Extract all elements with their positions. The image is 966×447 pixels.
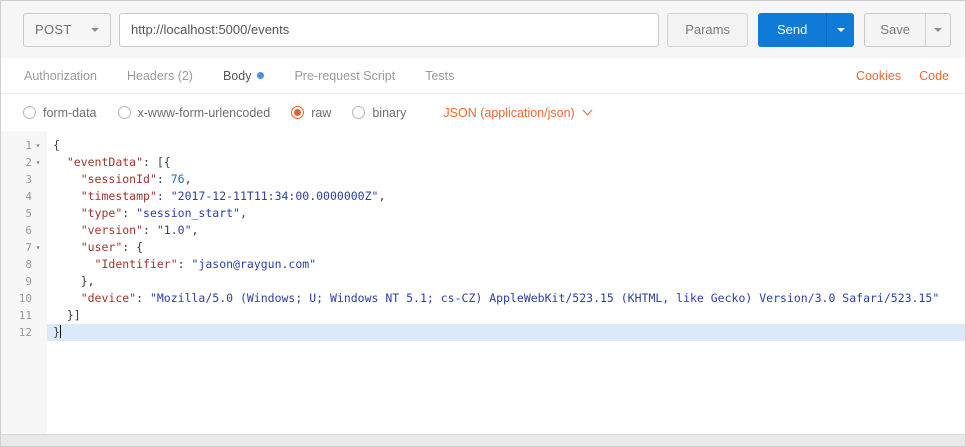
chevron-down-icon: [582, 105, 593, 116]
gutter-line: 8: [1, 256, 47, 273]
line-number: 11: [18, 309, 32, 322]
fold-toggle-icon[interactable]: ▾: [32, 154, 44, 171]
radio-label: raw: [311, 105, 332, 120]
body-mode-row: form-data x-www-form-urlencoded raw binary …: [1, 94, 965, 131]
body-mode-options: form-data x-www-form-urlencoded raw binary: [23, 106, 427, 120]
tabs-left: Authorization Headers (2) Body Pre-request …: [9, 58, 469, 93]
fold-toggle-icon[interactable]: ▾: [32, 137, 44, 154]
body-mode-raw[interactable]: raw: [291, 106, 331, 120]
method-label: POST: [35, 22, 72, 37]
tab-label: Headers (2): [126, 68, 193, 83]
radio-icon: [23, 106, 36, 119]
gutter-line: 1 ▾: [1, 137, 47, 154]
line-number: 5: [25, 207, 32, 220]
method-select[interactable]: POST: [23, 12, 111, 47]
params-button[interactable]: Params: [667, 12, 748, 47]
body-content-dot: [257, 72, 265, 79]
code-line-11[interactable]: }]: [47, 307, 965, 324]
save-button[interactable]: Save: [865, 14, 925, 46]
gutter-line: 2 ▾: [1, 154, 47, 171]
request-bar: POST Params Send Save: [1, 1, 965, 58]
gutter-line: 10: [1, 290, 47, 307]
code-line-2[interactable]: "eventData": [{: [47, 154, 965, 171]
line-number: 6: [25, 224, 32, 237]
body-mode-form-data[interactable]: form-data: [23, 106, 97, 120]
chevron-down-icon: [836, 27, 845, 32]
params-label: Params: [685, 22, 730, 37]
footer-strip: [1, 434, 965, 446]
tab-label: Body: [222, 68, 252, 83]
line-number: 3: [25, 173, 32, 186]
radio-label: form-data: [43, 105, 97, 120]
code-line-5[interactable]: "type": "session_start",: [47, 205, 965, 222]
chevron-down-icon: [934, 27, 942, 32]
gutter-line: 12: [1, 324, 47, 341]
send-label: Send: [776, 22, 808, 37]
line-number: 1: [25, 139, 32, 152]
gutter-line: 4: [1, 188, 47, 205]
code-line-10[interactable]: "device": "Mozilla/5.0 (Windows; U; Wind…: [47, 290, 965, 307]
line-number-gutter: 1 ▾ 2 ▾ 3 4 5 6 7 ▾ 8 9 10 11 12: [1, 131, 47, 434]
content-type-select[interactable]: JSON (application/json): [443, 105, 593, 120]
body-mode-x-www-form-urlencoded[interactable]: x-www-form-urlencoded: [117, 105, 271, 120]
radio-selected-icon: [291, 106, 305, 119]
tab-label: Pre-request Script: [294, 68, 396, 83]
code-line-6[interactable]: "version": "1.0",: [47, 222, 965, 239]
gutter-line: 11: [1, 307, 47, 324]
content-type-label: JSON (application/json): [443, 105, 575, 120]
code-line-7[interactable]: "user": {: [47, 239, 965, 256]
send-options-button[interactable]: [826, 12, 855, 47]
code-line-1[interactable]: {: [47, 137, 965, 154]
tab-headers-2[interactable]: Headers (2): [112, 58, 208, 93]
code-link[interactable]: Code: [919, 69, 949, 83]
tab-body[interactable]: Body: [208, 58, 280, 93]
raw-body-editor[interactable]: 1 ▾ 2 ▾ 3 4 5 6 7 ▾ 8 9 10 11 12 { "eventData": [{ "se…: [1, 131, 965, 434]
tab-label: Tests: [425, 68, 455, 83]
line-number: 2: [25, 156, 32, 169]
tab-pre-request-script[interactable]: Pre-request Script: [279, 58, 410, 93]
gutter-line: 3: [1, 171, 47, 188]
code-line-8[interactable]: "Identifier": "jason@raygun.com": [47, 256, 965, 273]
save-options-button[interactable]: [925, 13, 950, 46]
request-builder-panel: POST Params Send Save Authorization Heade…: [0, 0, 966, 447]
text-cursor: [59, 325, 61, 338]
radio-label: x-www-form-urlencoded: [137, 105, 271, 120]
line-number: 9: [25, 275, 32, 288]
line-number: 8: [25, 258, 32, 271]
send-button-group: Send: [757, 12, 855, 47]
code-area[interactable]: { "eventData": [{ "sessionId": 76, "time…: [47, 131, 965, 434]
tab-label: Authorization: [24, 68, 97, 83]
chevron-down-icon: [91, 27, 99, 32]
code-line-4[interactable]: "timestamp": "2017-12-11T11:34:00.000000…: [47, 188, 965, 205]
gutter-line: 5: [1, 205, 47, 222]
gutter-line: 6: [1, 222, 47, 239]
line-number: 4: [25, 190, 32, 203]
tab-authorization[interactable]: Authorization: [9, 58, 112, 93]
tabs-right: Cookies Code: [856, 69, 949, 83]
code-line-9[interactable]: },: [47, 273, 965, 290]
radio-label: binary: [372, 105, 407, 120]
radio-icon: [352, 106, 366, 119]
code-line-12[interactable]: }: [47, 324, 965, 341]
tab-tests[interactable]: Tests: [410, 58, 469, 93]
save-label: Save: [880, 22, 910, 37]
request-tabs-row: Authorization Headers (2) Body Pre-request …: [1, 58, 965, 94]
send-button[interactable]: Send: [757, 12, 827, 47]
line-number: 7: [25, 241, 32, 254]
line-number: 12: [18, 326, 32, 339]
fold-toggle-icon[interactable]: ▾: [32, 239, 44, 256]
cookies-link[interactable]: Cookies: [856, 69, 901, 83]
line-number: 10: [18, 292, 32, 305]
gutter-line: 7 ▾: [1, 239, 47, 256]
save-button-group: Save: [864, 12, 951, 47]
code-line-3[interactable]: "sessionId": 76,: [47, 171, 965, 188]
radio-icon: [117, 106, 131, 119]
gutter-line: 9: [1, 273, 47, 290]
body-mode-binary[interactable]: binary: [352, 106, 406, 120]
url-input[interactable]: [119, 12, 660, 47]
